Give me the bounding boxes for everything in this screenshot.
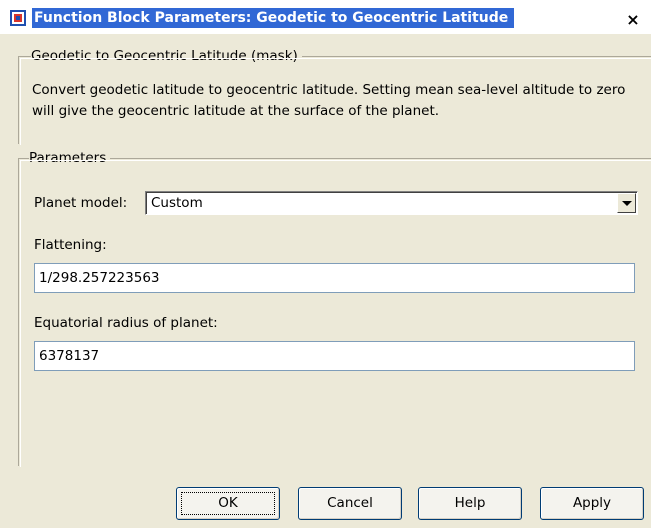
close-icon[interactable]: × [624,11,642,29]
equatorial-radius-input[interactable] [34,341,635,371]
chevron-down-icon[interactable] [617,193,636,213]
focus-rectangle [181,492,275,515]
planet-model-label: Planet model: [34,195,128,211]
apply-button-label: Apply [572,495,612,511]
help-button-label: Help [454,495,486,511]
mask-description: Convert geodetic latitude to geocentric … [32,82,626,119]
cancel-button-label: Cancel [327,495,373,511]
flattening-input[interactable] [34,263,635,293]
title-bar[interactable]: Function Block Parameters: Geodetic to G… [0,0,651,34]
flattening-label: Flattening: [34,237,107,253]
simulink-block-icon [10,10,26,26]
parameters-group-title: Parameters [29,149,111,167]
window-title: Function Block Parameters: Geodetic to G… [32,8,515,28]
ok-button[interactable]: OK [176,487,280,520]
mask-group-title: Geodetic to Geocentric Latitude (mask) [31,47,302,65]
dialog-window: Function Block Parameters: Geodetic to G… [0,0,651,528]
help-button[interactable]: Help [418,487,522,520]
cancel-button[interactable]: Cancel [298,487,402,520]
planet-model-select[interactable]: Custom [145,191,638,215]
apply-button[interactable]: Apply [540,487,644,520]
equatorial-radius-label: Equatorial radius of planet: [34,315,218,331]
planet-model-value: Custom [151,195,203,211]
